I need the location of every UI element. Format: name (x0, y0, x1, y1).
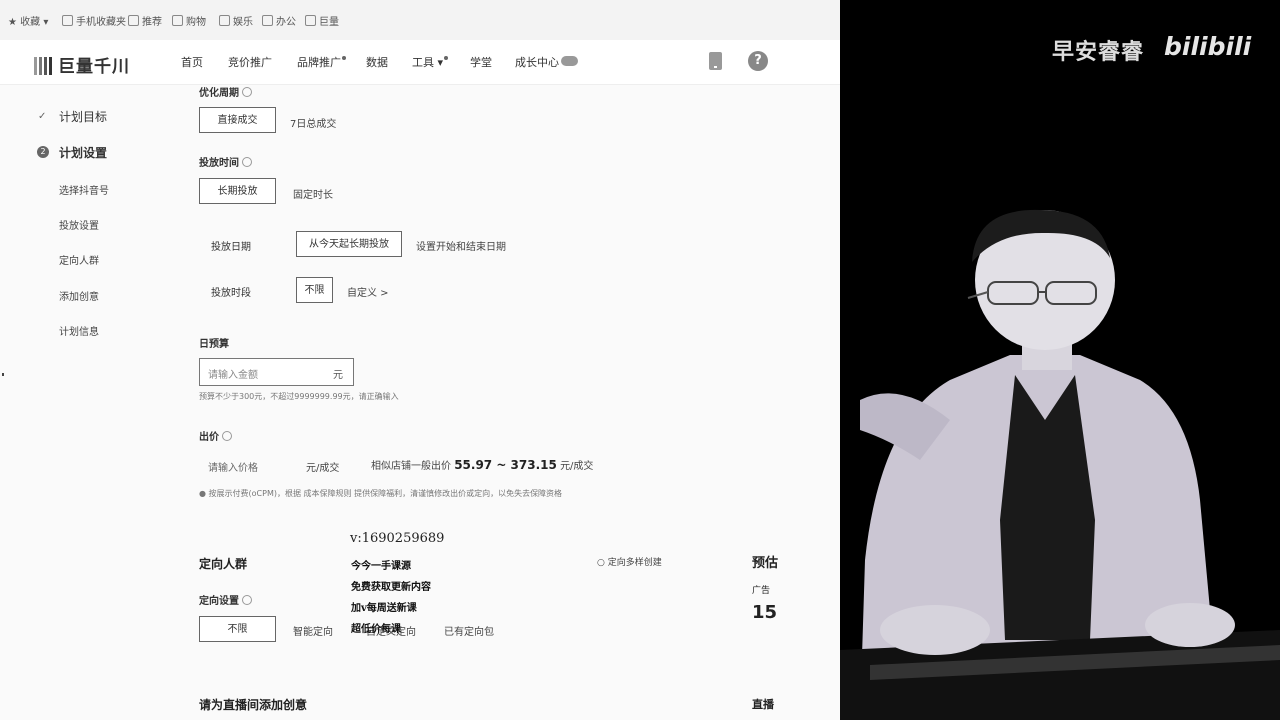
overlay-line: 今今一手课源 (351, 561, 411, 572)
grid-icon (128, 15, 139, 26)
check-icon: ✓ (38, 111, 47, 122)
targeting-package-option[interactable]: 已有定向包 (444, 623, 494, 638)
opt-direct-deal-button[interactable]: 直接成交 (199, 107, 276, 133)
phone-small-icon (62, 15, 73, 26)
nav-data[interactable]: 数据 (366, 54, 388, 70)
estimate-title: 预估 (752, 556, 779, 571)
new-dot-icon (342, 56, 346, 60)
date-label: 投放日期 (211, 242, 251, 253)
nav-home[interactable]: 首页 (181, 54, 203, 70)
bookmark-entertainment[interactable]: 娱乐 (219, 13, 253, 28)
period-label: 投放时段 (211, 288, 251, 299)
targeting-setting-label: 定向设置 (199, 592, 252, 607)
live-label: 直播 (752, 698, 774, 711)
star-icon: ★ (8, 17, 17, 28)
help-circle-icon (242, 595, 252, 605)
bid-note: ● 按展示付费(oCPM)，根据 成本保障规则 提供保障福利，清谨慎修改出价或定… (199, 489, 563, 498)
bookmark-favorites[interactable]: ★ 收藏 ▾ (8, 13, 48, 28)
presenter-video (840, 0, 1280, 720)
budget-hint: 预算不少于300元，不超过9999999.99元，请正确输入 (199, 392, 399, 401)
nav-brand-promo[interactable]: 品牌推广 (297, 54, 346, 70)
help-circle-icon (242, 157, 252, 167)
help-circle-icon (222, 431, 232, 441)
nav-academy[interactable]: 学堂 (470, 54, 492, 70)
bilibili-logo: bilibili (1164, 32, 1252, 61)
sidebar-step-goal[interactable]: 计划目标 (59, 108, 107, 125)
opt-goal-label: 优化周期 (199, 84, 252, 99)
grid-icon (172, 15, 183, 26)
channel-name: 早安睿睿 (1052, 40, 1145, 65)
period-unlimited-button[interactable]: 不限 (296, 277, 333, 303)
sidebar-step-settings[interactable]: 计划设置 (59, 144, 107, 161)
estimate-sub: 广告 (752, 586, 771, 596)
bid-label: 出价 (199, 428, 232, 443)
bookmark-office[interactable]: 办公 (262, 13, 296, 28)
chevron-down-icon: ▾ (437, 56, 444, 69)
new-dot-icon (444, 56, 449, 60)
presenter-figure (840, 0, 1280, 720)
estimate-number: 15 (752, 602, 778, 623)
bookmark-mobile[interactable]: 手机收藏夹 (62, 13, 126, 28)
nav-growth-center[interactable]: 成长中心 (515, 54, 578, 70)
bookmark-shopping[interactable]: 购物 (172, 13, 206, 28)
bid-range: 相似店铺一般出价 55.97 ~ 373.15 元/成交 (371, 458, 594, 472)
info-icon: ● (199, 489, 206, 498)
nav-tools[interactable]: 工具 ▾ (412, 54, 449, 70)
help-circle-icon (242, 87, 252, 97)
page-icon (305, 15, 316, 26)
circle-icon: ○ (597, 558, 605, 568)
sidebar-item-plan-info[interactable]: 计划信息 (59, 323, 99, 338)
period-custom-option[interactable]: 自定义 > (347, 284, 389, 299)
overlay-line: 超低价每课 (351, 624, 401, 635)
bookmark-recommend[interactable]: 推荐 (128, 13, 162, 28)
date-long-term-button[interactable]: 从今天起长期投放 (296, 231, 402, 257)
logo-icon (34, 57, 54, 75)
sidebar-item-douyin-account[interactable]: 选择抖音号 (59, 182, 109, 197)
budget-placeholder: 请输入金额 (208, 370, 258, 381)
bookmark-juliang[interactable]: 巨量 (305, 13, 339, 28)
sidebar-item-delivery-settings[interactable]: 投放设置 (59, 217, 99, 232)
grid-icon (262, 15, 273, 26)
bid-input[interactable]: 请输入价格 (208, 459, 258, 474)
chat-badge-icon (561, 56, 578, 66)
mobile-icon[interactable] (709, 52, 722, 70)
bookmark-bar: ★ 收藏 ▾ 手机收藏夹 推荐 购物 娱乐 办公 巨量 (0, 0, 840, 41)
sidebar-item-targeting[interactable]: 定向人群 (59, 252, 99, 267)
long-term-button[interactable]: 长期投放 (199, 178, 276, 204)
help-icon[interactable]: ? (748, 51, 768, 71)
targeting-smart-option[interactable]: 智能定向 (293, 623, 333, 638)
logo[interactable]: 巨量千川 (34, 52, 130, 77)
budget-unit: 元 (333, 370, 343, 381)
grid-icon (219, 15, 230, 26)
budget-input[interactable]: 请输入金额 元 (199, 358, 354, 386)
fixed-duration-option[interactable]: 固定时长 (293, 186, 333, 201)
overlay-line: 免费获取更新内容 (351, 582, 431, 593)
overlay-contact: v:1690259689 (350, 531, 445, 546)
targeting-title: 定向人群 (199, 557, 248, 571)
targeting-unlimited-button[interactable]: 不限 (199, 616, 276, 642)
browser-window: ★ 收藏 ▾ 手机收藏夹 推荐 购物 娱乐 办公 巨量 巨量千川 首页 竞价推广… (0, 0, 840, 720)
creative-title: 请为直播间添加创意 (199, 698, 308, 712)
sidebar-item-creative[interactable]: 添加创意 (59, 288, 99, 303)
budget-label: 日预算 (199, 339, 229, 350)
time-label: 投放时间 (199, 154, 252, 169)
date-range-option[interactable]: 设置开始和结束日期 (416, 238, 506, 253)
targeting-multi-option[interactable]: ○ 定向多样创建 (597, 555, 662, 568)
step-number-icon: 2 (37, 146, 49, 158)
nav-bidding-promo[interactable]: 竞价推广 (228, 54, 272, 70)
overlay-line: 加v每周送新课 (351, 603, 417, 614)
opt-7day-deal-option[interactable]: 7日总成交 (290, 115, 336, 130)
bid-unit: 元/成交 (306, 463, 340, 474)
edge-mark (2, 373, 4, 376)
